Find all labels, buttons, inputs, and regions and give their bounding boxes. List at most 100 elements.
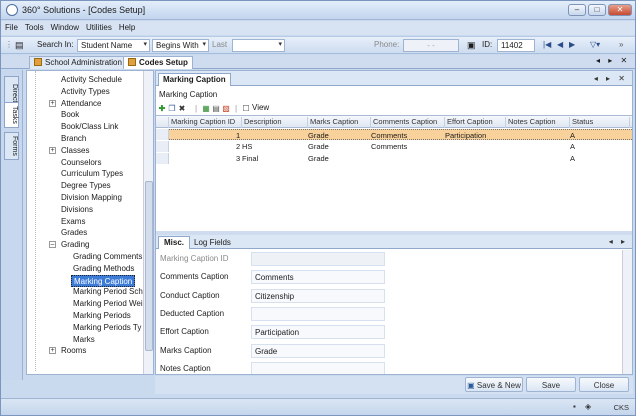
- search-toolbar: ⋮ ▤ Search In: Student Name ▾ Begins With…: [1, 36, 635, 54]
- tree-item[interactable]: Grades: [59, 227, 89, 239]
- tree-item[interactable]: Curriculum Types: [59, 168, 125, 180]
- tree-scrollbar[interactable]: [143, 71, 153, 374]
- tree-item[interactable]: Book/Class Link: [59, 121, 120, 133]
- field-label: Notes Caption: [160, 363, 211, 373]
- field-input[interactable]: Citizenship: [251, 288, 385, 303]
- tree-scroll-thumb[interactable]: [145, 181, 153, 351]
- view-button[interactable]: View: [252, 103, 269, 112]
- export-pdf-icon[interactable]: ▧: [222, 105, 230, 113]
- close-window-button[interactable]: ✕: [608, 4, 632, 16]
- menu-window[interactable]: Window: [47, 21, 82, 32]
- column-header[interactable]: Marks Caption: [308, 117, 371, 128]
- toolbar-overflow-icon[interactable]: »: [619, 40, 623, 49]
- panel-tab-nav[interactable]: ◂ ▸ ✕: [594, 74, 628, 83]
- tree-item[interactable]: Grading: [59, 239, 91, 251]
- copy-icon[interactable]: ❐: [168, 105, 176, 113]
- match-type-select[interactable]: Begins With ▾: [152, 39, 209, 52]
- tree-item[interactable]: Counselors: [59, 157, 103, 169]
- next-record-icon[interactable]: ▶: [569, 40, 575, 49]
- search-value-input[interactable]: ▾: [232, 39, 285, 52]
- side-tab-forms[interactable]: Forms: [4, 132, 19, 160]
- tab-school-administration-label: School Administration: [45, 58, 122, 67]
- tree-item[interactable]: Book: [59, 109, 81, 121]
- tree-item[interactable]: Attendance: [59, 98, 103, 110]
- row-selector[interactable]: [156, 153, 169, 164]
- tree-item[interactable]: Marking Periods Ty: [71, 322, 143, 334]
- tree-item[interactable]: Marking Periods: [71, 310, 133, 322]
- tree-item[interactable]: Degree Types: [59, 180, 113, 192]
- menu-help[interactable]: Help: [115, 21, 138, 32]
- tree-item[interactable]: Marking Caption: [71, 274, 136, 287]
- id-input[interactable]: 11402: [497, 39, 535, 52]
- tree-item[interactable]: Exams: [59, 216, 87, 228]
- form-scrollbar[interactable]: [622, 250, 632, 374]
- minimize-button[interactable]: –: [568, 4, 586, 16]
- tree-item[interactable]: Rooms: [59, 345, 88, 357]
- export-excel-icon[interactable]: ▦: [202, 105, 210, 113]
- column-header[interactable]: Notes Caption: [506, 117, 570, 128]
- field-input[interactable]: Participation: [251, 325, 385, 340]
- column-header[interactable]: Marking Caption ID: [169, 117, 242, 128]
- column-header[interactable]: Effort Caption: [445, 117, 506, 128]
- tree-item[interactable]: Activity Schedule: [59, 74, 124, 86]
- table-row[interactable]: 1 Grade Comments Participation A: [169, 129, 632, 140]
- field-input[interactable]: [251, 306, 385, 321]
- phone-label: Phone:: [374, 40, 400, 49]
- tree-expander-icon[interactable]: –: [49, 241, 56, 249]
- table-row[interactable]: 2 HS Grade Comments A: [169, 141, 632, 152]
- tab-misc[interactable]: Misc.: [158, 236, 191, 249]
- table-cell: A: [570, 154, 576, 163]
- tree-item[interactable]: Marking Period Sch: [71, 286, 145, 298]
- side-tab-tasks[interactable]: Tasks: [4, 102, 19, 128]
- tab-codes-setup[interactable]: Codes Setup: [123, 56, 193, 69]
- field-label: Effort Caption: [160, 327, 209, 337]
- first-record-icon[interactable]: |◀: [543, 40, 551, 49]
- tree-expander-icon[interactable]: +: [49, 347, 56, 355]
- table-row[interactable]: 3 Final Grade A: [169, 153, 632, 164]
- column-header[interactable]: Comments Caption: [371, 117, 445, 128]
- row-selector[interactable]: [156, 141, 169, 152]
- tree-item[interactable]: Grading Comments: [71, 251, 144, 263]
- field-label: Marking Caption ID: [160, 254, 229, 263]
- save-and-new-button[interactable]: ▣ Save & New: [465, 377, 523, 392]
- tree-item[interactable]: Classes: [59, 145, 91, 157]
- field-input[interactable]: Comments: [251, 270, 385, 285]
- document-tab-nav[interactable]: ◂ ▸ ✕: [596, 56, 630, 65]
- view-icon[interactable]: ☐: [242, 105, 250, 113]
- tree-item[interactable]: Divisions: [59, 204, 95, 216]
- menu-tools[interactable]: Tools: [21, 21, 47, 32]
- add-icon[interactable]: ✚: [158, 105, 166, 113]
- column-header[interactable]: Description: [242, 117, 308, 128]
- print-icon[interactable]: ▤: [212, 105, 220, 113]
- table-cell: Participation: [445, 131, 487, 140]
- row-selector[interactable]: [156, 129, 169, 140]
- menu-file[interactable]: File: [1, 21, 21, 32]
- maximize-button[interactable]: □: [588, 4, 606, 16]
- tree-item[interactable]: Marks: [71, 334, 97, 346]
- save-button[interactable]: Save: [526, 377, 576, 392]
- phone-input[interactable]: - -: [403, 39, 459, 52]
- previous-record-icon[interactable]: ◀: [557, 40, 563, 49]
- tree-item[interactable]: Activity Types: [59, 86, 112, 98]
- close-button[interactable]: Close: [579, 377, 629, 392]
- tree-item[interactable]: Marking Period Wei: [71, 298, 145, 310]
- column-header[interactable]: Status: [570, 117, 630, 128]
- field-input[interactable]: [251, 361, 385, 374]
- filter-icon[interactable]: ▽▾: [590, 40, 600, 49]
- tree-item[interactable]: Division Mapping: [59, 192, 124, 204]
- search-in-select[interactable]: Student Name ▾: [77, 39, 150, 52]
- tab-marking-caption[interactable]: Marking Caption: [158, 73, 231, 86]
- tree-item[interactable]: Grading Methods: [71, 263, 136, 275]
- table-cell: A: [570, 131, 576, 140]
- tab-school-administration[interactable]: School Administration: [29, 56, 127, 69]
- detail-tab-nav[interactable]: ◂ ▸: [609, 237, 628, 246]
- document-tabs: School Administration Codes Setup ◂ ▸ ✕: [1, 55, 635, 69]
- tree-expander-icon[interactable]: +: [49, 99, 56, 107]
- field-input[interactable]: Grade: [251, 343, 385, 358]
- menu-utilities[interactable]: Utilities: [82, 21, 115, 32]
- tab-log-fields[interactable]: Log Fields: [188, 236, 237, 249]
- tree-item[interactable]: Branch: [59, 133, 88, 145]
- delete-icon[interactable]: ✖: [178, 105, 186, 113]
- table-cell: Grade: [308, 154, 329, 163]
- tree-expander-icon[interactable]: +: [49, 146, 56, 154]
